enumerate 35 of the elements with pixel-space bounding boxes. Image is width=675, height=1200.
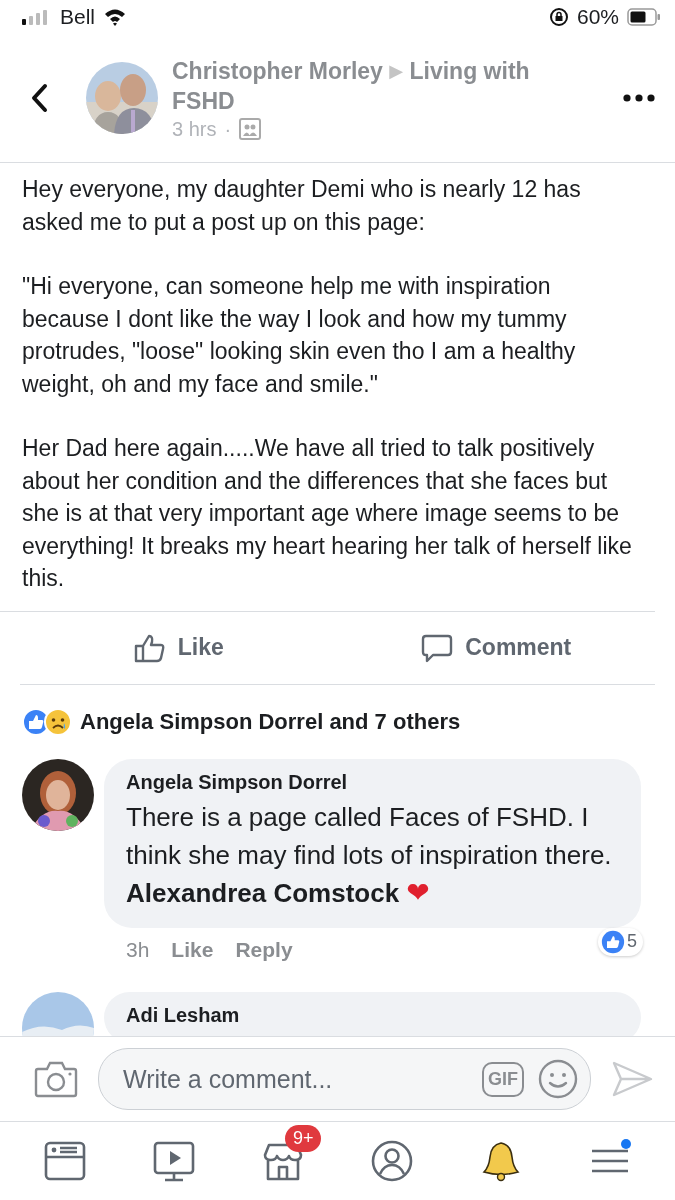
thumbs-up-icon <box>133 632 166 663</box>
comment-time: 3h <box>126 937 150 962</box>
post-paragraph: Hey everyone, my daughter Demi who is nearly 12 has asked me to put a post up on this page: <box>22 175 582 237</box>
notification-badge: 9+ <box>284 1125 322 1152</box>
video-monitor-icon <box>151 1139 196 1183</box>
separator-dot: · <box>224 117 232 141</box>
smiley-icon[interactable] <box>538 1059 578 1099</box>
commenter-name[interactable]: Angela Simpson Dorrel <box>126 770 621 794</box>
reply-link[interactable]: Reply <box>235 937 293 962</box>
post-paragraph: "Hi everyone, can someone help me with inspiration because I dont like the way I look and how my tummy protrudes, "loose" looking skin even tho I am a healthy weight, oh and my face and smile." <box>22 272 577 399</box>
news-feed-icon <box>42 1139 87 1183</box>
comment-field[interactable]: Write a comment... GIF <box>98 1048 591 1110</box>
reaction-summary[interactable]: Angela Simpson Dorrel and 7 others <box>80 708 461 735</box>
more-icon[interactable] <box>623 94 655 102</box>
comment-button[interactable]: Comment <box>337 611 655 684</box>
like-link[interactable]: Like <box>171 937 214 962</box>
wifi-icon <box>103 8 128 26</box>
battery-icon <box>627 8 661 26</box>
gif-button[interactable]: GIF <box>482 1061 524 1097</box>
profile-icon <box>370 1139 415 1183</box>
back-icon[interactable] <box>30 83 48 113</box>
speech-bubble-icon <box>421 632 454 663</box>
marketplace-tab[interactable]: 9+ <box>240 1125 325 1197</box>
post-time: 3 hrs <box>172 117 217 141</box>
carrier-name: Bell <box>60 5 96 29</box>
comment-text: There is a page called Faces of FSHD. I think she may find lots of inspiration there. Alexandrea Comstock ❤ <box>126 801 612 908</box>
reaction-count-badge[interactable]: 5 <box>598 927 643 956</box>
like-button[interactable]: Like <box>20 611 338 684</box>
post-paragraph: Her Dad here again.....We have all tried to talk positively about her condition and the differences that she faces but she is at that very important age where image seems to be everything! It breaks my heart hearing her talk of herself like this. <box>22 434 633 593</box>
sad-reaction-icon <box>44 707 72 736</box>
group-icon <box>239 118 262 140</box>
commenter-name[interactable]: Adi Lesham <box>126 1003 621 1027</box>
camera-icon[interactable] <box>34 1060 78 1098</box>
rotation-lock-icon <box>548 7 569 27</box>
battery-percent: 60% <box>576 5 619 29</box>
